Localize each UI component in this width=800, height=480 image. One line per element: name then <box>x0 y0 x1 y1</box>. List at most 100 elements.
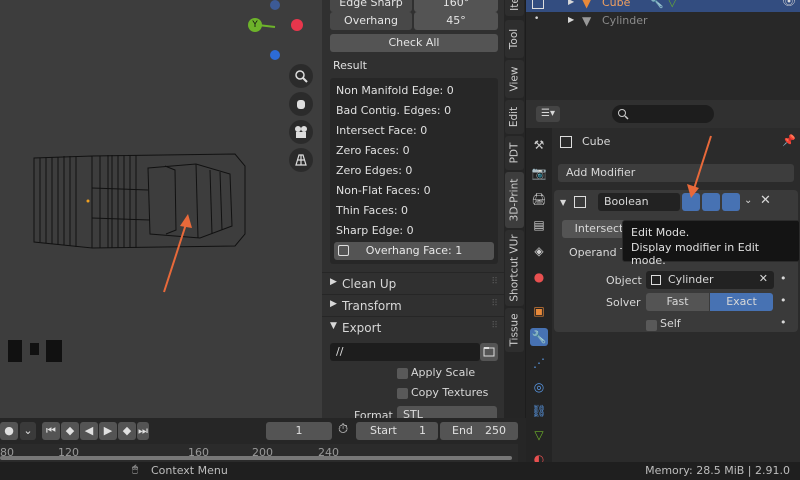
apply-scale-checkbox[interactable] <box>397 368 408 379</box>
overhang-face-button[interactable]: Overhang Face: 1 <box>334 242 494 260</box>
keyframe-dot-icon[interactable]: • <box>780 272 787 285</box>
section-transform[interactable]: ▶ Transform ⠿ <box>322 294 504 316</box>
tab-edit[interactable]: Edit <box>505 100 524 134</box>
jump-end-button[interactable]: ⏭ <box>137 422 149 440</box>
tab-tool[interactable]: Tool <box>505 20 524 58</box>
tab-3d-print[interactable]: 3D-Print <box>505 172 524 228</box>
context-menu-hint: Context Menu <box>151 464 228 477</box>
pin-icon[interactable]: 📌 <box>782 134 796 147</box>
expand-icon[interactable]: ▶ <box>568 0 574 6</box>
drag-handle-icon[interactable]: ⠿ <box>491 299 498 309</box>
object-field-value: Cylinder <box>668 273 714 286</box>
zoom-icon[interactable] <box>289 64 313 88</box>
current-frame-input[interactable]: 1 <box>266 422 332 440</box>
expand-icon[interactable]: ▶ <box>568 15 574 24</box>
apply-scale-label: Apply Scale <box>411 366 476 379</box>
object-icon[interactable]: ▣ <box>530 302 548 320</box>
edge-sharp-value-field[interactable]: 160° <box>414 0 498 12</box>
clear-icon[interactable]: ✕ <box>759 272 768 285</box>
wrench-icon[interactable]: 🔧 <box>530 328 548 346</box>
result-line: Non-Flat Faces: 0 <box>336 184 431 197</box>
result-box: Non Manifold Edge: 0 Bad Contig. Edges: … <box>330 78 498 264</box>
format-select[interactable]: STL <box>397 406 497 418</box>
search-input[interactable] <box>612 105 714 123</box>
hand-icon[interactable] <box>289 92 313 116</box>
folder-icon[interactable] <box>480 343 498 361</box>
tab-view[interactable]: View <box>505 60 524 98</box>
drag-handle-icon[interactable]: ⠿ <box>491 277 498 287</box>
tab-shortcut-vur[interactable]: Shortcut VUr <box>505 230 524 306</box>
status-bar: 🖱 Context Menu Memory: 28.5 MiB | 2.91.0 <box>0 462 800 480</box>
section-export[interactable]: ▼ Export ⠿ <box>322 316 504 338</box>
overhang-value-field[interactable]: 45° <box>414 12 498 30</box>
play-button[interactable]: ▶ <box>99 422 117 440</box>
jump-start-button[interactable]: ⏮ <box>42 422 60 440</box>
record-button[interactable]: ● <box>0 422 18 440</box>
modifier-name-input[interactable]: Boolean <box>598 193 680 211</box>
record-options[interactable]: ⌄ <box>20 422 36 440</box>
gizmo-x-axis[interactable] <box>291 19 303 31</box>
prev-keyframe-button[interactable]: ◆ <box>61 422 79 440</box>
gizmo-z-axis[interactable] <box>270 50 280 60</box>
world-icon[interactable]: ● <box>530 268 548 286</box>
physics-icon[interactable]: ◎ <box>530 378 548 396</box>
particles-icon[interactable]: ⋰ <box>530 354 548 372</box>
properties-header: ☰▾ <box>526 100 800 128</box>
tab-item[interactable]: Ite <box>505 0 524 16</box>
drag-handle-icon[interactable]: ⠿ <box>491 321 498 331</box>
section-clean-up[interactable]: ▶ Clean Up ⠿ <box>322 272 504 294</box>
start-frame-field[interactable]: Start 1 <box>356 422 438 440</box>
tool-icon[interactable]: ⚒ <box>530 136 548 154</box>
eye-icon[interactable]: 👁 <box>782 0 796 8</box>
start-label: Start <box>370 424 397 437</box>
timeline-ruler[interactable]: 80 120 160 200 240 <box>0 444 518 462</box>
constraints-icon[interactable]: ⛓ <box>530 402 548 420</box>
timeline-scrollbar[interactable] <box>0 456 512 460</box>
check-all-button[interactable]: Check All <box>330 34 498 52</box>
copy-textures-checkbox[interactable] <box>397 388 408 399</box>
overhang-face-label: Overhang Face: 1 <box>365 244 463 257</box>
chevron-down-icon[interactable]: ▼ <box>560 198 566 207</box>
format-label: Format <box>354 409 393 418</box>
play-reverse-button[interactable]: ◀ <box>80 422 98 440</box>
close-icon[interactable]: ✕ <box>760 193 771 208</box>
end-label: End <box>452 424 473 437</box>
tab-tissue[interactable]: Tissue <box>505 308 524 352</box>
solver-label: Solver <box>606 296 641 309</box>
stopwatch-icon[interactable]: ⏱ <box>338 422 348 437</box>
mouse-icon: 🖱 <box>132 464 138 475</box>
view-layer-icon[interactable]: ▤ <box>530 216 548 234</box>
editor-type-icon[interactable]: ☰▾ <box>536 106 560 122</box>
result-line: Zero Faces: 0 <box>336 144 410 157</box>
outliner-row-cylinder[interactable]: • ▶ ▼ Cylinder <box>526 12 800 30</box>
tab-pdt[interactable]: PDT <box>505 136 524 170</box>
keyframe-dot-icon[interactable]: • <box>780 294 787 307</box>
mesh-data-icon[interactable]: ▽ <box>530 426 548 444</box>
scene-object-small-2 <box>30 343 39 355</box>
solver-fast-button[interactable]: Fast <box>646 293 709 311</box>
result-line: Thin Faces: 0 <box>336 204 409 217</box>
render-icon[interactable]: 📷 <box>530 164 548 182</box>
solver-exact-button[interactable]: Exact <box>710 293 773 311</box>
dot-icon: • <box>534 14 540 24</box>
end-frame-field[interactable]: End 250 <box>440 422 518 440</box>
self-checkbox[interactable] <box>646 320 657 331</box>
gizmo-lines <box>257 24 276 28</box>
object-field[interactable]: Cylinder ✕ <box>646 271 774 289</box>
chevron-down-icon[interactable]: ⌄ <box>744 195 752 206</box>
output-icon[interactable]: 🖨 <box>530 190 548 208</box>
3d-viewport[interactable]: Y <box>0 0 322 418</box>
object-name: Cube <box>602 0 631 9</box>
tooltip: Edit Mode. Display modifier in Edit mode… <box>622 220 800 267</box>
chevron-right-icon: ▶ <box>330 277 337 287</box>
render-toggle[interactable] <box>722 193 740 211</box>
export-path-input[interactable]: // <box>330 343 480 361</box>
scene-icon[interactable]: ◈ <box>530 242 548 260</box>
keyframe-dot-icon[interactable]: • <box>780 316 787 329</box>
outliner-row-cube[interactable]: ▶ ▼ Cube 🔧 ▽ 👁 <box>526 0 800 12</box>
tab-label: Ite <box>508 0 521 11</box>
next-keyframe-button[interactable]: ◆ <box>118 422 136 440</box>
overhang-label-field[interactable]: Overhang <box>330 12 412 30</box>
edge-sharp-label-field[interactable]: Edge Sharp <box>330 0 412 12</box>
add-modifier-button[interactable]: Add Modifier <box>558 164 794 182</box>
